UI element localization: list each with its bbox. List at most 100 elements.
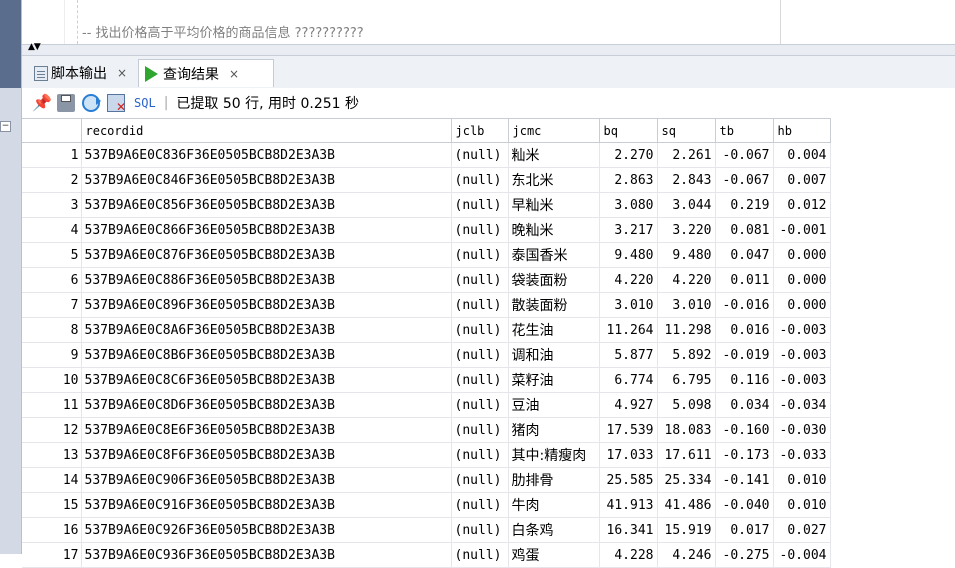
close-icon[interactable]: × — [229, 67, 239, 81]
cell-jcmc[interactable]: 东北米 — [507, 167, 600, 193]
cell-recordid[interactable]: 537B9A6E0C8B6F36E0505BCB8D2E3A3B — [80, 342, 452, 368]
cell-tb[interactable]: -0.275 — [714, 542, 774, 568]
cell-hb[interactable]: 0.007 — [772, 167, 831, 193]
table-row[interactable]: 16 537B9A6E0C926F36E0505BCB8D2E3A3B (null)… — [22, 517, 831, 543]
cell-recordid[interactable]: 537B9A6E0C936F36E0505BCB8D2E3A3B — [80, 542, 452, 568]
cell-bq[interactable]: 4.927 — [598, 392, 658, 418]
cell-tb[interactable]: 0.047 — [714, 242, 774, 268]
cell-jclb[interactable]: (null) — [450, 342, 509, 368]
cell-tb[interactable]: 0.219 — [714, 192, 774, 218]
table-row[interactable]: 7 537B9A6E0C896F36E0505BCB8D2E3A3B (null) 散… — [22, 292, 831, 318]
cell-jcmc[interactable]: 泰国香米 — [507, 242, 600, 268]
close-icon[interactable]: × — [117, 66, 127, 80]
cell-jcmc[interactable]: 袋装面粉 — [507, 267, 600, 293]
cell-jclb[interactable]: (null) — [450, 317, 509, 343]
cell-jclb[interactable]: (null) — [450, 142, 509, 168]
cell-bq[interactable]: 4.220 — [598, 267, 658, 293]
pane-splitter[interactable]: ▲▼ — [22, 42, 955, 56]
cell-hb[interactable]: -0.030 — [772, 417, 831, 443]
splitter-arrows-icon[interactable]: ▲▼ — [28, 42, 41, 52]
cell-sq[interactable]: 25.334 — [656, 467, 716, 493]
table-row[interactable]: 15 537B9A6E0C916F36E0505BCB8D2E3A3B (null)… — [22, 492, 831, 518]
cell-jcmc[interactable]: 散装面粉 — [507, 292, 600, 318]
cell-sq[interactable]: 4.220 — [656, 267, 716, 293]
cell-jcmc[interactable]: 其中:精瘦肉 — [507, 442, 600, 468]
cell-sq[interactable]: 11.298 — [656, 317, 716, 343]
cell-bq[interactable]: 17.539 — [598, 417, 658, 443]
table-row[interactable]: 2 537B9A6E0C846F36E0505BCB8D2E3A3B (null) 东… — [22, 167, 831, 193]
cell-jcmc[interactable]: 豆油 — [507, 392, 600, 418]
cell-hb[interactable]: -0.033 — [772, 442, 831, 468]
table-row[interactable]: 4 537B9A6E0C866F36E0505BCB8D2E3A3B (null) 晚… — [22, 217, 831, 243]
cell-hb[interactable]: 0.027 — [772, 517, 831, 543]
cell-jclb[interactable]: (null) — [450, 492, 509, 518]
cell-jcmc[interactable]: 籼米 — [507, 142, 600, 168]
cell-tb[interactable]: 0.116 — [714, 367, 774, 393]
tab-script-output[interactable]: 脚本输出 × — [28, 59, 140, 87]
export-icon[interactable] — [107, 94, 126, 114]
cell-recordid[interactable]: 537B9A6E0C876F36E0505BCB8D2E3A3B — [80, 242, 452, 268]
table-row[interactable]: 12 537B9A6E0C8E6F36E0505BCB8D2E3A3B (null)… — [22, 417, 831, 443]
cell-jclb[interactable]: (null) — [450, 542, 509, 568]
cell-sq[interactable]: 4.246 — [656, 542, 716, 568]
cell-recordid[interactable]: 537B9A6E0C916F36E0505BCB8D2E3A3B — [80, 492, 452, 518]
cell-jclb[interactable]: (null) — [450, 442, 509, 468]
cell-jcmc[interactable]: 猪肉 — [507, 417, 600, 443]
table-row[interactable]: 17 537B9A6E0C936F36E0505BCB8D2E3A3B (null)… — [22, 542, 831, 568]
result-grid[interactable]: recordid jclb jcmc bq sq tb hb 1 537B9A6E… — [22, 118, 955, 568]
cell-bq[interactable]: 2.863 — [598, 167, 658, 193]
cell-hb[interactable]: 0.010 — [772, 467, 831, 493]
cell-recordid[interactable]: 537B9A6E0C856F36E0505BCB8D2E3A3B — [80, 192, 452, 218]
cell-bq[interactable]: 6.774 — [598, 367, 658, 393]
cell-tb[interactable]: 0.011 — [714, 267, 774, 293]
cell-hb[interactable]: -0.003 — [772, 342, 831, 368]
tab-query-result[interactable]: 查询结果 × — [138, 59, 274, 87]
cell-tb[interactable]: -0.173 — [714, 442, 774, 468]
cell-hb[interactable]: 0.000 — [772, 292, 831, 318]
cell-bq[interactable]: 41.913 — [598, 492, 658, 518]
cell-sq[interactable]: 18.083 — [656, 417, 716, 443]
cell-jclb[interactable]: (null) — [450, 517, 509, 543]
cell-recordid[interactable]: 537B9A6E0C866F36E0505BCB8D2E3A3B — [80, 217, 452, 243]
cell-hb[interactable]: 0.004 — [772, 142, 831, 168]
table-row[interactable]: 8 537B9A6E0C8A6F36E0505BCB8D2E3A3B (null) 花… — [22, 317, 831, 343]
cell-bq[interactable]: 2.270 — [598, 142, 658, 168]
cell-recordid[interactable]: 537B9A6E0C846F36E0505BCB8D2E3A3B — [80, 167, 452, 193]
cell-sq[interactable]: 41.486 — [656, 492, 716, 518]
cell-jclb[interactable]: (null) — [450, 217, 509, 243]
cell-hb[interactable]: -0.034 — [772, 392, 831, 418]
pin-icon[interactable]: 📌 — [32, 94, 52, 112]
cell-sq[interactable]: 15.919 — [656, 517, 716, 543]
cell-bq[interactable]: 4.228 — [598, 542, 658, 568]
cell-recordid[interactable]: 537B9A6E0C886F36E0505BCB8D2E3A3B — [80, 267, 452, 293]
cell-tb[interactable]: 0.016 — [714, 317, 774, 343]
cell-sq[interactable]: 6.795 — [656, 367, 716, 393]
cell-tb[interactable]: 0.081 — [714, 217, 774, 243]
cell-tb[interactable]: -0.141 — [714, 467, 774, 493]
cell-bq[interactable]: 16.341 — [598, 517, 658, 543]
cell-recordid[interactable]: 537B9A6E0C926F36E0505BCB8D2E3A3B — [80, 517, 452, 543]
cell-bq[interactable]: 3.010 — [598, 292, 658, 318]
cell-recordid[interactable]: 537B9A6E0C896F36E0505BCB8D2E3A3B — [80, 292, 452, 318]
cell-bq[interactable]: 3.217 — [598, 217, 658, 243]
column-header-jclb[interactable]: jclb — [450, 118, 509, 143]
cell-tb[interactable]: -0.160 — [714, 417, 774, 443]
cell-sq[interactable]: 2.261 — [656, 142, 716, 168]
cell-tb[interactable]: 0.034 — [714, 392, 774, 418]
cell-jcmc[interactable]: 调和油 — [507, 342, 600, 368]
column-header-tb[interactable]: tb — [714, 118, 774, 143]
table-row[interactable]: 10 537B9A6E0C8C6F36E0505BCB8D2E3A3B (null)… — [22, 367, 831, 393]
sql-button[interactable]: SQL — [134, 96, 156, 110]
cell-hb[interactable]: 0.012 — [772, 192, 831, 218]
cell-jcmc[interactable]: 鸡蛋 — [507, 542, 600, 568]
cell-tb[interactable]: -0.067 — [714, 167, 774, 193]
table-row[interactable]: 5 537B9A6E0C876F36E0505BCB8D2E3A3B (null) 泰… — [22, 242, 831, 268]
cell-jcmc[interactable]: 菜籽油 — [507, 367, 600, 393]
table-row[interactable]: 6 537B9A6E0C886F36E0505BCB8D2E3A3B (null) 袋… — [22, 267, 831, 293]
cell-hb[interactable]: -0.003 — [772, 367, 831, 393]
column-header-bq[interactable]: bq — [598, 118, 658, 143]
cell-bq[interactable]: 5.877 — [598, 342, 658, 368]
cell-jclb[interactable]: (null) — [450, 167, 509, 193]
cell-bq[interactable]: 3.080 — [598, 192, 658, 218]
cell-jclb[interactable]: (null) — [450, 367, 509, 393]
